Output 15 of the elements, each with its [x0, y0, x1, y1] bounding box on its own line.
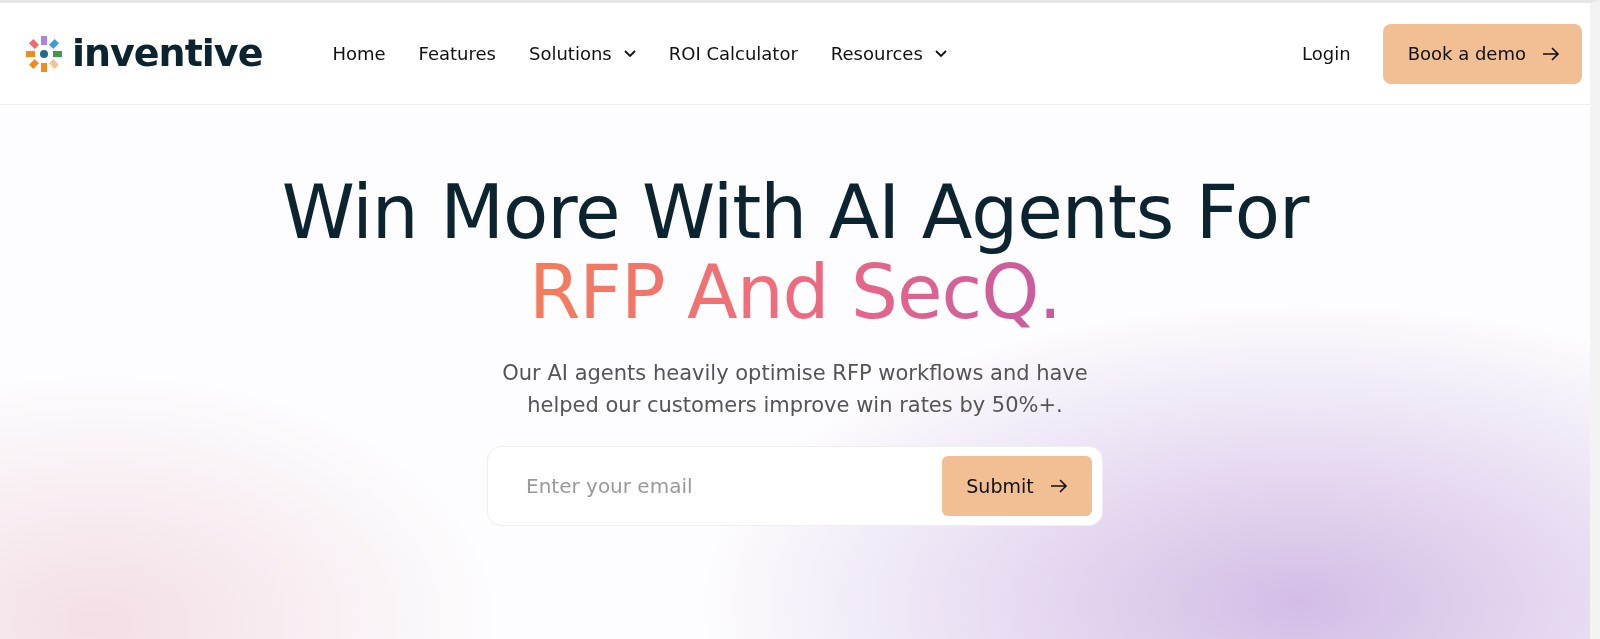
brand-name: inventive	[72, 30, 263, 77]
nav-link[interactable]: ROI Calculator	[668, 40, 798, 67]
nav-link[interactable]: Features	[418, 40, 496, 67]
nav-dropdown[interactable]: Resources	[830, 40, 947, 67]
submit-button[interactable]: Submit	[942, 455, 1092, 516]
hero-heading: Win More With AI Agents For	[281, 173, 1309, 253]
email-field[interactable]: Enter your email Submit	[487, 445, 1103, 526]
logo-icon	[24, 33, 64, 74]
nav-link[interactable]: Home	[332, 40, 386, 67]
nav-dropdown[interactable]: Solutions	[529, 40, 636, 67]
book-demo-button[interactable]: Book a demo	[1382, 23, 1582, 84]
arrow-icon	[1542, 46, 1560, 61]
login-link[interactable]: Login	[1302, 40, 1351, 67]
arrow-icon	[1049, 478, 1068, 493]
hero-subtitle: Our AI agents heavily optimise RFP workflows and have helped our customers improve win rates by 50%+.	[501, 359, 1089, 420]
